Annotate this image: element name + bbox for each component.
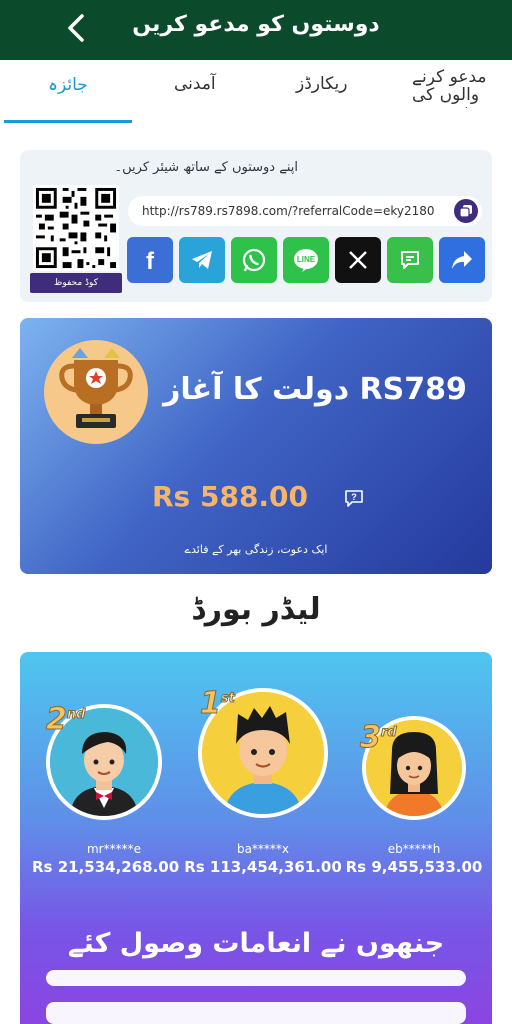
copy-button[interactable]	[454, 199, 478, 223]
svg-text:LINE: LINE	[297, 255, 316, 264]
facebook-icon: f	[146, 248, 155, 272]
active-tab-indicator	[4, 120, 132, 123]
tab-records[interactable]: ریکارڈز	[296, 74, 348, 94]
message-icon	[401, 251, 419, 269]
tab-invitee-list[interactable]: مدعو کرنے والوں کی فہرست	[412, 68, 512, 108]
page-title: دوستوں کو مدعو کریں	[132, 12, 380, 37]
list-item	[46, 970, 466, 986]
share-x-button[interactable]	[335, 237, 381, 283]
promo-amount: Rs 588.00	[152, 480, 309, 513]
tab-earnings[interactable]: آمدنی	[174, 74, 216, 94]
qr-code-icon	[33, 185, 119, 271]
share-sms-button[interactable]	[387, 237, 433, 283]
tab-overview[interactable]: جائزہ	[48, 74, 88, 95]
promo-subtitle: ایک دعوت، زندگی بھر کے فائدے	[184, 543, 328, 556]
rewards-received-title: جنھوں نے انعامات وصول کئے	[67, 928, 445, 959]
leaderboard-card: 2nd mr*****e Rs 21,534,268.00 1st ba****…	[20, 652, 492, 1024]
trophy-badge	[44, 340, 148, 444]
leaderboard-name-3: eb*****h	[387, 842, 441, 856]
leaderboard-amount-1: Rs 113,454,361.00	[184, 858, 342, 876]
trophy-icon	[59, 348, 133, 428]
qr-code-block[interactable]: کوڈ محفوظ	[30, 185, 122, 295]
back-button[interactable]	[56, 8, 96, 48]
leaderboard-title: لیڈر بورڈ	[191, 592, 321, 627]
leaderboard-name-2: mr*****e	[86, 842, 141, 856]
rank-3-label: 3rd	[360, 720, 398, 756]
x-logo-icon	[349, 251, 367, 269]
header-bar: دوستوں کو مدعو کریں	[0, 0, 512, 60]
referral-url-field[interactable]: http://rs789.rs7898.com/?referralCode=ek…	[128, 196, 482, 226]
leaderboard-amount-3: Rs 9,455,533.00	[345, 858, 483, 876]
tab-bar: جائزہ آمدنی ریکارڈز مدعو کرنے والوں کی ف…	[0, 60, 512, 124]
share-arrow-icon	[452, 251, 472, 269]
list-item	[46, 1002, 466, 1024]
save-code-button[interactable]: کوڈ محفوظ	[30, 273, 122, 293]
leaderboard-amount-2: Rs 21,534,268.00	[32, 858, 180, 876]
share-more-button[interactable]	[439, 237, 485, 283]
share-whatsapp-button[interactable]	[231, 237, 277, 283]
promo-title: دولت کا آغاز RS789	[163, 372, 467, 407]
share-prompt: اپنے دوستوں کے ساتھ شیئر کریں۔	[114, 160, 298, 175]
svg-text:?: ?	[351, 492, 357, 502]
whatsapp-icon	[242, 248, 266, 272]
copy-icon	[459, 205, 472, 218]
line-icon: LINE	[294, 249, 318, 272]
question-bubble-icon: ?	[345, 490, 363, 507]
referral-url-text: http://rs789.rs7898.com/?referralCode=ek…	[142, 204, 435, 218]
share-line-button[interactable]: LINE	[283, 237, 329, 283]
share-telegram-button[interactable]	[179, 237, 225, 283]
leaderboard-name-1: ba*****x	[236, 842, 290, 856]
share-facebook-button[interactable]: f	[127, 237, 173, 283]
chevron-left-icon	[68, 14, 84, 42]
rank-1-label: 1st	[200, 686, 236, 722]
svg-text:f: f	[146, 248, 155, 272]
rank-2-label: 2nd	[46, 702, 86, 738]
help-button[interactable]: ?	[343, 487, 365, 509]
telegram-icon	[192, 251, 212, 269]
